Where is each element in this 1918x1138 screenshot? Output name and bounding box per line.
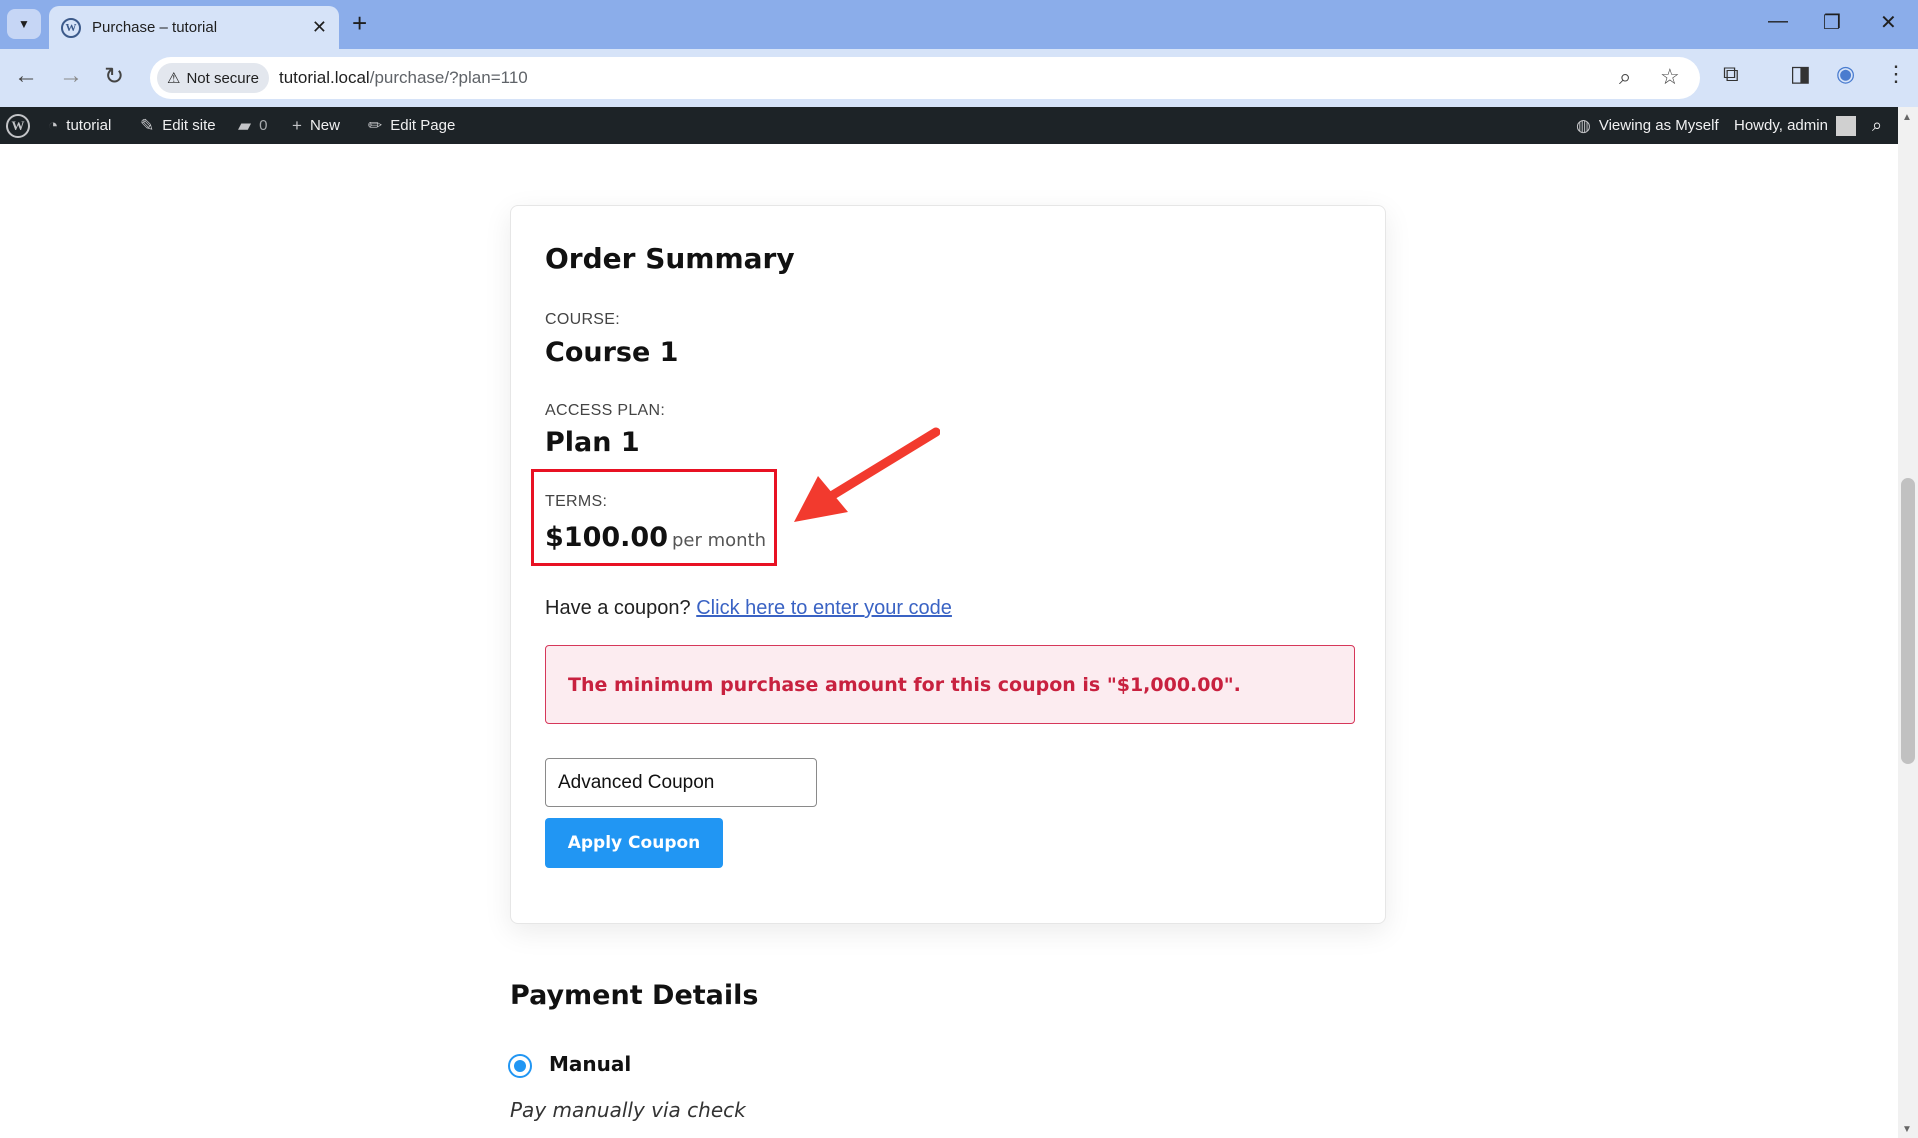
manual-payment-radio[interactable]	[508, 1054, 532, 1078]
url-domain: tutorial.local	[279, 68, 370, 87]
comments-count: 0	[259, 117, 268, 134]
apply-coupon-button[interactable]: Apply Coupon	[545, 818, 723, 868]
reload-icon[interactable]: ↻	[104, 62, 124, 91]
coupon-prompt: Have a coupon?	[545, 597, 691, 619]
brush-icon: ✎	[140, 115, 155, 135]
terms-label: TERMS:	[545, 493, 608, 510]
profile-icon[interactable]: ◉	[1836, 61, 1855, 87]
manual-payment-label[interactable]: Manual	[549, 1052, 631, 1076]
wp-logo-menu[interactable]: W	[6, 107, 30, 144]
side-panel-icon[interactable]: ◨	[1790, 61, 1811, 87]
plan-value: Plan 1	[545, 427, 640, 458]
terms-period: per month	[671, 530, 767, 551]
coupon-code-input[interactable]	[545, 758, 817, 807]
menu-kebab-icon[interactable]: ⋮	[1885, 61, 1907, 87]
url-path: /purchase/?plan=110	[369, 68, 528, 87]
dashboard-icon: ◔	[48, 115, 59, 135]
url-text[interactable]: tutorial.local/purchase/?plan=110	[279, 68, 528, 88]
new-label: New	[309, 117, 340, 134]
wordpress-favicon-icon: W	[61, 17, 81, 38]
annotation-arrow	[794, 427, 940, 522]
wp-admin-bar: W ◔ tutorial ✎ Edit site ▰ 0 + New ✏ Edi…	[0, 107, 1918, 144]
manual-payment-description: Pay manually via check	[510, 1098, 746, 1122]
chevron-down-icon: ▼	[18, 17, 30, 31]
warning-icon: ⚠	[167, 70, 181, 87]
edit-page-label: Edit Page	[390, 117, 456, 134]
coupon-error-message: The minimum purchase amount for this cou…	[568, 673, 1241, 696]
site-name-menu[interactable]: ◔ tutorial	[48, 107, 111, 144]
order-summary-card: Order Summary COURSE: Course 1 ACCESS PL…	[510, 205, 1386, 924]
tab-search-button[interactable]: ▼	[7, 9, 41, 39]
edit-site-link[interactable]: ✎ Edit site	[140, 107, 216, 144]
address-bar[interactable]: ⚠ Not secure tutorial.local/purchase/?pl…	[150, 57, 1700, 99]
howdy-label: Howdy, admin	[1734, 117, 1828, 134]
browser-toolbar: ← → ↻ ⚠ Not secure tutorial.local/purcha…	[0, 49, 1918, 107]
tab-strip: ▼ W Purchase – tutorial ✕ + — ❐ ✕	[0, 0, 1918, 49]
course-value: Course 1	[545, 337, 679, 368]
course-label: COURSE:	[545, 311, 620, 328]
edit-site-label: Edit site	[162, 117, 216, 134]
extensions-icon[interactable]: ⧉	[1723, 61, 1739, 87]
restore-icon[interactable]: ❐	[1823, 10, 1841, 35]
bookmark-star-icon[interactable]: ☆	[1660, 64, 1680, 90]
back-icon[interactable]: ←	[14, 62, 38, 90]
terms-price-line: $100.00 per month	[545, 522, 766, 553]
new-tab-icon[interactable]: +	[352, 8, 367, 39]
tab-title: Purchase – tutorial	[92, 19, 218, 36]
plus-icon: +	[292, 115, 302, 135]
comment-icon: ▰	[238, 115, 252, 135]
forward-icon[interactable]: →	[59, 62, 83, 90]
admin-search[interactable]: ⌕	[1872, 107, 1882, 144]
globe-icon: ◍	[1576, 115, 1591, 135]
coupon-prompt-line: Have a coupon? Click here to enter your …	[545, 597, 952, 620]
edit-page-link[interactable]: ✏ Edit Page	[368, 107, 455, 144]
payment-details-title: Payment Details	[510, 980, 759, 1011]
enter-coupon-link[interactable]: Click here to enter your code	[696, 597, 952, 619]
browser-tab[interactable]: W Purchase – tutorial ✕	[49, 6, 339, 49]
order-summary-title: Order Summary	[545, 242, 795, 275]
site-name-label: tutorial	[66, 117, 112, 134]
zoom-icon[interactable]: ⌕	[1619, 64, 1631, 90]
comments-link[interactable]: ▰ 0	[238, 107, 267, 144]
scroll-down-arrow-icon[interactable]: ▼	[1902, 1124, 1912, 1135]
coupon-error-alert: The minimum purchase amount for this cou…	[545, 645, 1355, 724]
scroll-up-arrow-icon[interactable]: ▲	[1902, 112, 1912, 123]
terms-price: $100.00	[545, 522, 668, 553]
close-window-icon[interactable]: ✕	[1880, 10, 1897, 35]
avatar	[1835, 115, 1856, 136]
close-tab-icon[interactable]: ✕	[312, 17, 327, 38]
security-chip[interactable]: ⚠ Not secure	[157, 63, 269, 93]
minimize-icon[interactable]: —	[1768, 10, 1788, 33]
plan-label: ACCESS PLAN:	[545, 402, 666, 419]
view-as-menu[interactable]: ◍ Viewing as Myself	[1576, 107, 1719, 144]
scrollbar-thumb[interactable]	[1901, 478, 1915, 764]
search-icon: ⌕	[1872, 115, 1883, 135]
viewing-as-label: Viewing as Myself	[1598, 117, 1719, 134]
security-chip-label: Not secure	[186, 69, 259, 87]
pencil-icon: ✏	[368, 115, 383, 135]
my-account-menu[interactable]: Howdy, admin	[1734, 107, 1856, 144]
new-content-menu[interactable]: + New	[292, 107, 340, 144]
wordpress-logo-icon: W	[6, 113, 30, 138]
